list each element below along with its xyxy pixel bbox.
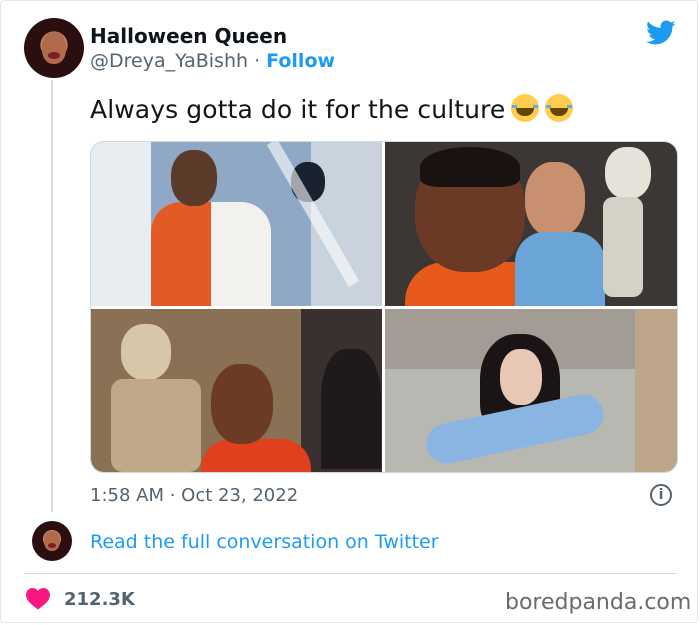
like-count[interactable]: 212.3K (64, 589, 135, 610)
media-photo-2[interactable] (385, 142, 677, 306)
face-with-tears-of-joy-icon (545, 94, 574, 122)
author-avatar[interactable] (24, 18, 84, 78)
author-name[interactable]: Halloween Queen (90, 24, 287, 48)
read-conversation-link[interactable]: Read the full conversation on Twitter (90, 531, 439, 553)
reply-avatar[interactable] (32, 521, 72, 561)
twitter-bird-icon[interactable] (646, 20, 676, 46)
tweet-timestamp[interactable]: 1:58 AM · Oct 23, 2022 (90, 485, 298, 506)
author-handle-row: @Dreya_YaBishh · Follow (90, 50, 335, 72)
face-with-tears-of-joy-icon (511, 94, 540, 122)
tweet-text: Always gotta do it for the culture (90, 94, 574, 124)
handle-separator: · (248, 50, 267, 72)
thread-line (51, 80, 53, 512)
info-icon[interactable]: i (650, 484, 672, 506)
tweet-text-body: Always gotta do it for the culture (90, 95, 506, 124)
follow-button[interactable]: Follow (266, 50, 335, 72)
heart-icon[interactable] (26, 588, 50, 610)
watermark: boredpanda.com (505, 590, 692, 615)
media-photo-1[interactable] (91, 142, 382, 306)
author-handle[interactable]: @Dreya_YaBishh (90, 50, 248, 72)
media-grid (90, 141, 678, 473)
divider (24, 573, 676, 574)
media-photo-4[interactable] (385, 309, 677, 472)
media-photo-3[interactable] (91, 309, 382, 472)
